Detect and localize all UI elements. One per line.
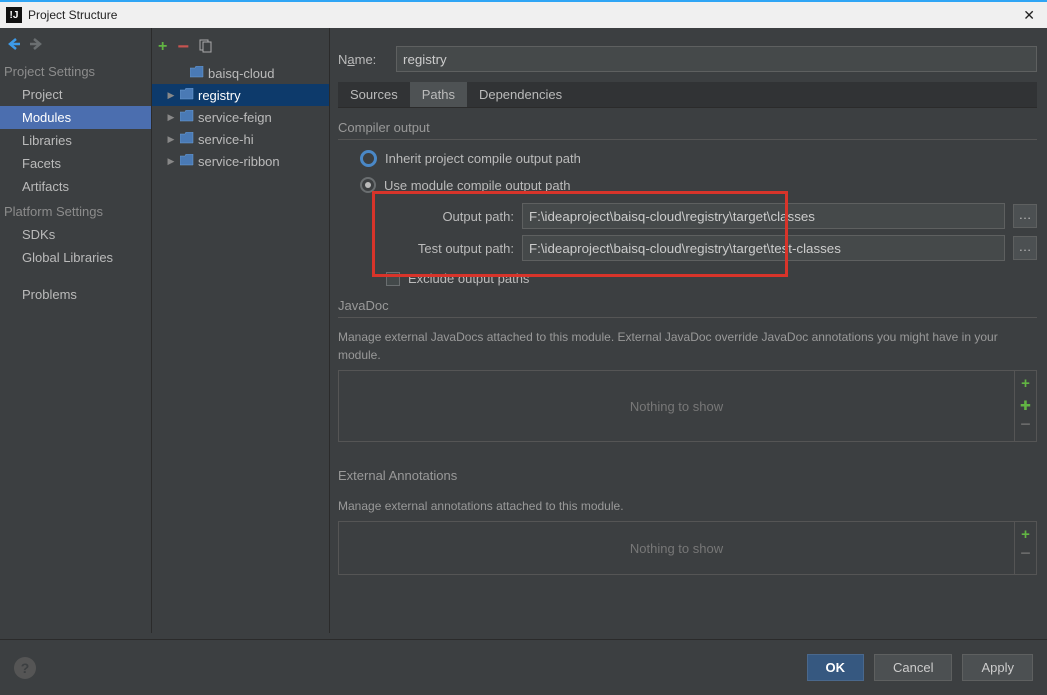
browse-output-button[interactable]: …	[1013, 204, 1037, 228]
sidebar-heading-platform: Platform Settings	[0, 198, 151, 223]
folder-icon	[180, 88, 194, 103]
tab-paths[interactable]: Paths	[410, 82, 467, 107]
add-icon[interactable]: +	[158, 38, 167, 56]
tree-item-registry[interactable]: ▶ registry	[152, 84, 329, 106]
exclude-checkbox-row[interactable]: Exclude output paths	[386, 271, 1037, 286]
tree-item-service-feign[interactable]: ▶ service-feign	[152, 106, 329, 128]
tree-item-baisq-cloud[interactable]: baisq-cloud	[152, 62, 329, 84]
list-empty-text: Nothing to show	[339, 371, 1014, 441]
remove-icon[interactable]: −	[177, 42, 189, 52]
add-javadoc-icon[interactable]: +	[1021, 375, 1030, 392]
help-icon[interactable]: ?	[14, 657, 36, 679]
tree-item-label: registry	[198, 88, 241, 103]
chevron-right-icon[interactable]: ▶	[166, 112, 176, 123]
app-icon: !J	[6, 7, 22, 23]
name-input[interactable]	[396, 46, 1037, 72]
close-icon[interactable]: ✕	[1017, 7, 1041, 24]
ok-button[interactable]: OK	[807, 654, 865, 681]
sidebar-item-problems[interactable]: Problems	[0, 283, 151, 306]
checkbox-icon	[386, 272, 400, 286]
tree-item-label: service-hi	[198, 132, 254, 147]
sidebar: Project Settings Project Modules Librari…	[0, 28, 152, 633]
tab-dependencies[interactable]: Dependencies	[467, 82, 574, 107]
radio-icon	[360, 177, 376, 193]
name-label: Name:	[338, 52, 386, 67]
sidebar-item-sdks[interactable]: SDKs	[0, 223, 151, 246]
ext-annotations-list[interactable]: Nothing to show + −	[338, 521, 1037, 575]
sidebar-item-artifacts[interactable]: Artifacts	[0, 175, 151, 198]
titlebar: !J Project Structure ✕	[0, 0, 1047, 28]
add-javadoc-url-icon[interactable]: ✚	[1020, 398, 1031, 414]
radio-module[interactable]: Use module compile output path	[360, 177, 1037, 193]
radio-inherit-label: Inherit project compile output path	[385, 151, 581, 166]
radio-inherit[interactable]: Inherit project compile output path	[360, 150, 1037, 167]
radio-module-label: Use module compile output path	[384, 178, 570, 193]
folder-icon	[180, 132, 194, 147]
sidebar-heading-project: Project Settings	[0, 58, 151, 83]
tab-sources[interactable]: Sources	[338, 82, 410, 107]
ext-annotations-heading: External Annotations	[338, 456, 1037, 487]
apply-button[interactable]: Apply	[962, 654, 1033, 681]
nav-toolbar	[6, 36, 44, 52]
javadoc-heading: JavaDoc	[338, 286, 1037, 318]
sidebar-item-global-libraries[interactable]: Global Libraries	[0, 246, 151, 269]
chevron-right-icon[interactable]: ▶	[166, 156, 176, 167]
folder-icon	[190, 66, 204, 81]
tree-item-service-ribbon[interactable]: ▶ service-ribbon	[152, 150, 329, 172]
sidebar-item-modules[interactable]: Modules	[0, 106, 151, 129]
output-path-label: Output path:	[382, 209, 514, 224]
chevron-right-icon[interactable]: ▶	[166, 90, 176, 101]
remove-javadoc-icon[interactable]: −	[1020, 420, 1031, 428]
add-ext-icon[interactable]: +	[1021, 526, 1030, 543]
radio-icon	[360, 150, 377, 167]
chevron-right-icon[interactable]: ▶	[166, 134, 176, 145]
back-icon[interactable]	[6, 36, 22, 52]
tree-item-label: service-feign	[198, 110, 272, 125]
test-output-path-input[interactable]	[522, 235, 1005, 261]
ext-annotations-desc: Manage external annotations attached to …	[338, 497, 1037, 515]
folder-icon	[180, 110, 194, 125]
forward-icon[interactable]	[28, 36, 44, 52]
content-area: Name: Sources Paths Dependencies Compile…	[330, 28, 1047, 633]
footer: ? OK Cancel Apply	[0, 639, 1047, 695]
compiler-output-heading: Compiler output	[338, 108, 1037, 140]
window-title: Project Structure	[28, 8, 1017, 22]
sidebar-item-project[interactable]: Project	[0, 83, 151, 106]
browse-test-output-button[interactable]: …	[1013, 236, 1037, 260]
javadoc-desc: Manage external JavaDocs attached to thi…	[338, 328, 1037, 364]
exclude-label: Exclude output paths	[408, 271, 529, 286]
tree-item-service-hi[interactable]: ▶ service-hi	[152, 128, 329, 150]
tree-item-label: baisq-cloud	[208, 66, 275, 81]
output-path-input[interactable]	[522, 203, 1005, 229]
cancel-button[interactable]: Cancel	[874, 654, 952, 681]
sidebar-item-facets[interactable]: Facets	[0, 152, 151, 175]
sidebar-item-libraries[interactable]: Libraries	[0, 129, 151, 152]
folder-icon	[180, 154, 194, 169]
test-output-path-label: Test output path:	[382, 241, 514, 256]
module-tree: + − baisq-cloud ▶ registry ▶ service-feign ▶ s…	[152, 28, 330, 633]
copy-icon[interactable]	[199, 39, 213, 56]
remove-ext-icon[interactable]: −	[1020, 549, 1031, 557]
list-empty-text: Nothing to show	[339, 522, 1014, 574]
tree-item-label: service-ribbon	[198, 154, 280, 169]
tabs: Sources Paths Dependencies	[338, 82, 1037, 108]
javadoc-list[interactable]: Nothing to show + ✚ −	[338, 370, 1037, 442]
